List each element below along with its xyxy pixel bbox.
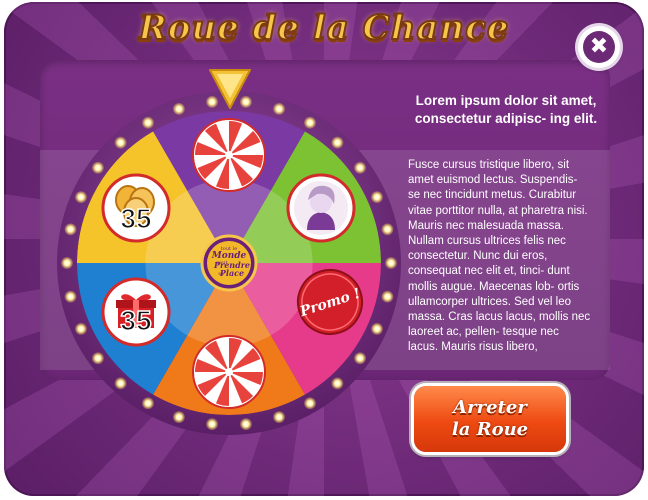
wheel-light <box>172 411 185 424</box>
coins-amount: 35 <box>120 203 151 234</box>
wheel-light <box>91 161 104 174</box>
info-heading: Lorem ipsum dolor sit amet, consectetur … <box>414 93 598 126</box>
dialog-title: Roue de la Chance <box>137 7 510 49</box>
wheel-light <box>370 191 383 204</box>
candy-icon <box>192 335 266 409</box>
candy-center <box>225 368 233 376</box>
hub-line-6: Place <box>219 268 244 278</box>
wheel-light <box>64 290 77 303</box>
wheel-light <box>114 377 127 390</box>
wheel-light <box>239 418 252 431</box>
wheel-light <box>75 191 88 204</box>
info-body: Fusce cursus tristique libero, sit amet … <box>408 159 591 354</box>
wheel-light <box>331 136 344 149</box>
wheel-light <box>304 397 316 410</box>
wheel-hub: tout le Monde veut Prendre sa Place <box>200 234 258 292</box>
game-dialog: Roue de la Chance ✖ Promo ! 35 35 tout l… <box>0 0 648 500</box>
wheel-light <box>304 116 316 129</box>
wheel-light <box>381 290 394 303</box>
candy-center <box>225 151 233 159</box>
wheel-pointer-icon <box>209 69 251 109</box>
wheel-light <box>331 377 344 390</box>
wheel-light <box>354 352 367 365</box>
stop-button-line-1: Arreter <box>453 397 527 418</box>
wheel-light <box>354 161 367 174</box>
wheel-light <box>273 102 286 115</box>
wheel-light <box>172 102 185 115</box>
stop-button-line-2: la Roue <box>451 419 529 440</box>
wheel-light <box>273 411 286 424</box>
wheel-light <box>64 223 77 236</box>
wheel-light <box>114 136 127 149</box>
avatar-icon <box>286 173 356 243</box>
stop-wheel-button[interactable]: Arreter la Roue <box>414 386 566 452</box>
wheel-light <box>75 322 88 335</box>
wheel-light <box>206 418 219 431</box>
wheel-light <box>142 397 154 410</box>
wheel-light <box>142 116 154 129</box>
fortune-wheel[interactable]: Promo ! 35 35 tout le Monde veut Prendre… <box>56 90 402 436</box>
gift-amount: 35 <box>120 305 151 336</box>
wheel-light <box>61 257 73 269</box>
close-button[interactable]: ✖ <box>578 26 620 68</box>
wheel-light <box>381 223 394 236</box>
close-icon: ✖ <box>583 31 615 63</box>
wheel-light <box>91 352 104 365</box>
wheel-light <box>370 322 383 335</box>
wheel-light <box>385 257 397 269</box>
candy-icon <box>192 118 266 192</box>
